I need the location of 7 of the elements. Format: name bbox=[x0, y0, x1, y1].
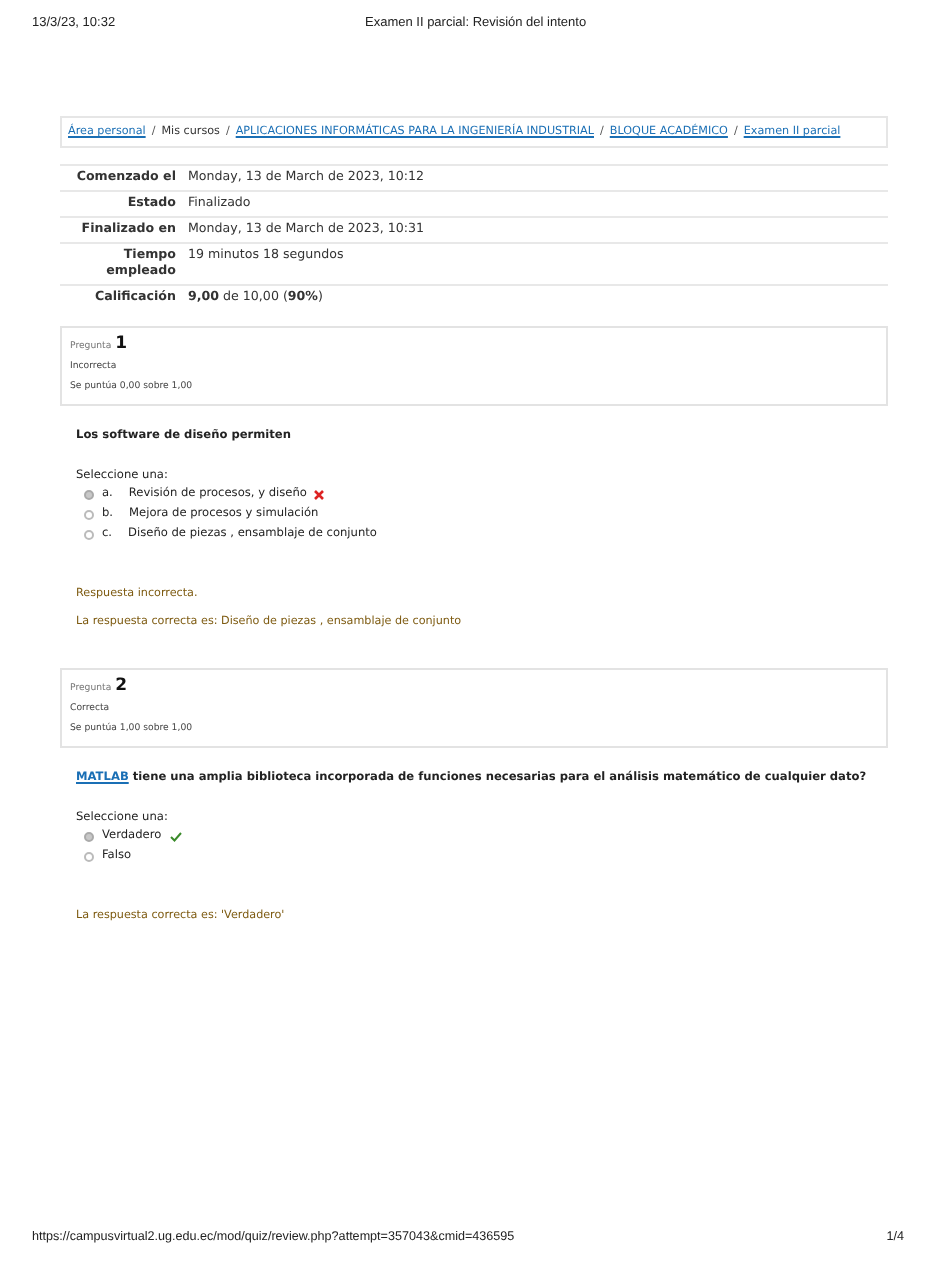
question-number: 2 bbox=[115, 676, 128, 696]
radio-button[interactable] bbox=[84, 509, 94, 519]
question-number: 1 bbox=[115, 334, 128, 354]
radio-button[interactable] bbox=[84, 831, 94, 841]
radio-button[interactable] bbox=[84, 489, 94, 499]
radio-button[interactable] bbox=[84, 529, 94, 539]
radio-button[interactable] bbox=[84, 851, 94, 861]
